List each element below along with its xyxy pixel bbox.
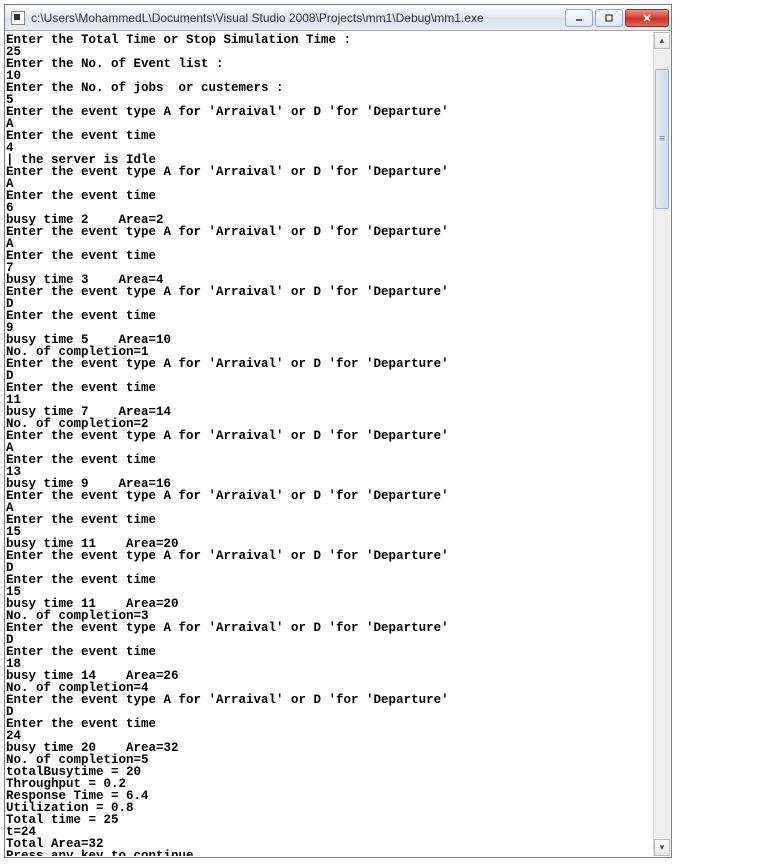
app-icon <box>11 11 25 25</box>
scroll-down-button[interactable]: ▼ <box>654 839 670 856</box>
minimize-button[interactable] <box>565 9 593 27</box>
titlebar[interactable]: c:\Users\MohammedL\Documents\Visual Stud… <box>5 5 671 31</box>
scroll-track[interactable] <box>654 49 670 839</box>
window-title: c:\Users\MohammedL\Documents\Visual Stud… <box>31 11 563 25</box>
client-area: Enter the Total Time or Stop Simulation … <box>6 32 670 856</box>
vertical-scrollbar[interactable]: ▲ ▼ <box>653 32 670 856</box>
console-output[interactable]: Enter the Total Time or Stop Simulation … <box>6 32 653 856</box>
close-button[interactable] <box>625 9 669 27</box>
scroll-up-button[interactable]: ▲ <box>654 32 670 49</box>
maximize-button[interactable] <box>595 9 623 27</box>
scroll-thumb[interactable] <box>655 69 669 209</box>
console-window: c:\Users\MohammedL\Documents\Visual Stud… <box>4 4 672 858</box>
